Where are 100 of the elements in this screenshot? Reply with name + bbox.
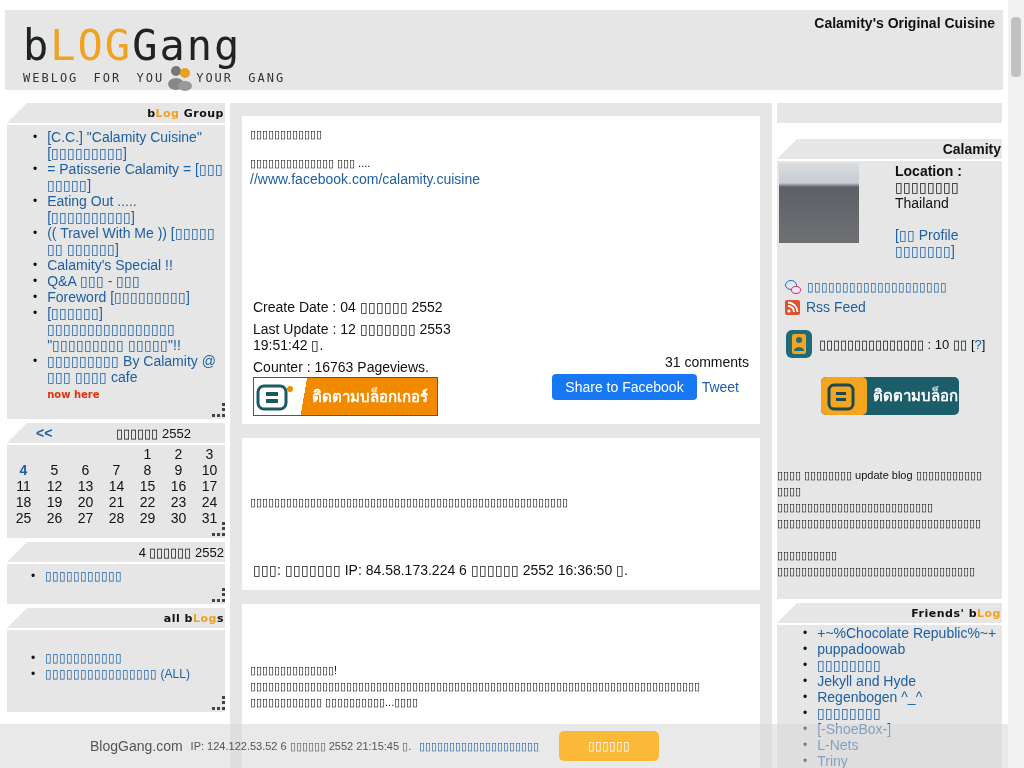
comment-meta: IP: 124.122.53.52 6 ▯▯▯▯▯▯ 2552 21:15:45 ▯. <box>190 739 412 753</box>
comment-text: ▯▯▯▯▯▯▯▯▯▯▯▯▯▯▯▯▯▯▯▯▯▯▯▯▯▯▯▯▯▯▯▯▯▯▯▯▯▯▯▯▯▯▯▯▯▯▯▯▯▯▯▯▯ <box>250 495 569 510</box>
section-title: 4 ▯▯▯▯▯▯ 2552 <box>138 544 225 560</box>
bullet: • <box>33 129 38 146</box>
entry-link[interactable]: ▯▯▯▯▯▯▯▯▯▯▯ <box>45 568 225 584</box>
blog-group-link[interactable]: Calamity's Special !! <box>47 257 225 273</box>
blog-logo-icon <box>820 377 867 415</box>
calendar-day: 8 <box>132 462 163 478</box>
resize-grip-icon <box>211 522 225 536</box>
resize-grip-icon <box>211 403 225 417</box>
calendar-day-link[interactable]: 4 <box>8 462 39 478</box>
month-title: ▯▯▯▯▯▯ 2552 <box>115 425 191 441</box>
bullet: • <box>803 641 808 657</box>
site-logo[interactable]: bLOGGang <box>23 22 242 70</box>
friend-blog-link[interactable]: ▯▯▯▯▯▯▯▯ <box>817 657 1002 673</box>
calendar-day: 3 <box>194 446 225 462</box>
rss-icon <box>785 299 800 315</box>
guestbook-link[interactable]: ▯▯▯▯▯▯▯▯▯▯▯▯▯▯▯▯▯▯▯▯ <box>807 280 947 294</box>
bracket: [ <box>970 336 975 352</box>
calendar-day: 30 <box>163 510 194 526</box>
resize-grip-icon <box>211 588 225 602</box>
bullet: • <box>803 721 808 737</box>
friend-blog-link[interactable]: Jekyll and Hyde <box>817 673 1002 689</box>
bullet: • <box>33 273 38 289</box>
calendar-day: 2 <box>163 446 194 462</box>
friend-blog-link[interactable]: puppadoowab <box>817 641 1002 657</box>
calendar-day: 12 <box>39 478 70 494</box>
about-text: ▯▯▯▯ ▯▯▯▯▯▯▯▯ update blog ▯▯▯▯▯▯▯▯▯▯▯ ▯▯▯▯ ▯▯▯▯▯▯▯▯▯▯▯▯▯▯▯▯▯▯▯▯▯▯▯▯▯▯ ▯▯▯▯▯▯▯▯▯▯▯▯▯▯▯▯▯▯▯▯▯▯▯▯▯▯▯▯▯▯▯▯▯▯ <box>777 468 983 531</box>
comment-count: 31 comments <box>664 354 749 370</box>
tagline: WEBLOG FOR YOU <box>23 71 165 85</box>
category-link[interactable]: ▯▯▯▯▯▯▯▯▯▯▯▯▯▯▯▯ (ALL) <box>45 666 225 682</box>
bullet: • <box>803 673 808 689</box>
calendar-day: 22 <box>132 494 163 510</box>
bullet: • <box>33 353 38 370</box>
comment-meta: ▯▯▯: ▯▯▯▯▯▯▯ IP: 84.58.173.224 6 ▯▯▯▯▯▯ 2552 16:36:50 ▯. <box>252 562 629 578</box>
calendar-day: 19 <box>39 494 70 510</box>
blog-group-link[interactable]: Q&A ▯▯▯ - ▯▯▯ <box>47 273 225 289</box>
calendar-day: 28 <box>101 510 132 526</box>
friend-blog-link[interactable]: ▯▯▯▯▯▯▯▯ <box>817 705 1002 721</box>
site-name: BlogGang.com <box>90 738 183 754</box>
calendar-day: 25 <box>8 510 39 526</box>
section-title: all bLogs <box>163 611 225 625</box>
bullet: • <box>803 737 808 753</box>
bullet: • <box>33 305 38 322</box>
calendar-day: 5 <box>39 462 70 478</box>
blog-title: Calamity's Original Cuisine <box>814 14 996 31</box>
calendar-day: 13 <box>70 478 101 494</box>
bullet: • <box>33 225 38 242</box>
calendar-day: 21 <box>101 494 132 510</box>
bullet: • <box>803 705 808 721</box>
entry-title: ▯▯▯▯▯▯▯▯▯▯▯▯ <box>250 128 323 141</box>
blog-group-link[interactable]: Foreword [▯▯▯▯▯▯▯▯▯] <box>47 289 225 305</box>
facebook-link[interactable]: //www.facebook.com/calamity.cuisine <box>250 171 481 187</box>
calendar-day: 11 <box>8 478 39 494</box>
comment-text: ▯▯▯▯▯▯▯▯▯▯▯▯▯▯! ▯▯▯▯▯▯▯▯▯▯▯▯▯▯▯▯▯▯▯▯▯▯▯▯▯▯▯▯▯▯▯▯▯▯▯▯▯▯▯▯▯▯▯▯▯▯▯▯▯▯▯▯▯▯▯▯▯▯▯▯▯▯▯▯▯▯▯▯▯▯▯▯▯▯▯ ▯▯▯▯▯▯▯▯▯▯▯▯ ▯▯▯▯▯▯▯▯▯▯...▯▯▯▯ <box>250 663 701 710</box>
bracket: ] <box>981 336 986 352</box>
follower-count: ▯▯▯▯▯▯▯▯▯▯▯▯▯▯▯ : 10 ▯▯ <box>819 336 967 352</box>
tweet-link[interactable]: Tweet <box>701 379 739 395</box>
profile-link[interactable]: [▯▯ Profile ▯▯▯▯▯▯▯] <box>895 227 1002 259</box>
blog-group-link[interactable]: Eating Out ..... [▯▯▯▯▯▯▯▯▯▯] <box>47 193 225 225</box>
blog-group-link[interactable]: [▯▯▯▯▯▯] ▯▯▯▯▯▯▯▯▯▯▯▯▯▯▯▯ "▯▯▯▯▯▯▯▯▯ ▯▯▯▯▯"!! <box>47 305 225 353</box>
reader-badge-icon <box>785 329 813 359</box>
section-title: Friends' bLog <box>911 606 1002 620</box>
calendar-day: 27 <box>70 510 101 526</box>
calendar-day: 1 <box>132 446 163 462</box>
rss-feed-link[interactable]: Rss Feed <box>806 299 866 315</box>
bullet: • <box>31 650 36 666</box>
share-button[interactable]: Share to Facebook <box>552 374 697 400</box>
location-value: ▯▯▯▯▯▯▯▯ Thailand <box>895 179 960 211</box>
bullet: • <box>33 161 38 178</box>
scrollbar[interactable] <box>1008 0 1024 768</box>
friend-blog-link[interactable]: Regenbogen ^_^ <box>817 689 1002 705</box>
profile-name: Calamity <box>942 141 1002 157</box>
bullet: • <box>803 689 808 705</box>
friend-blog-link[interactable]: +~%Chocolate Republic%~+ <box>817 625 1002 641</box>
calendar-day: 26 <box>39 510 70 526</box>
about-text: ▯▯▯▯▯▯▯▯▯▯ ▯▯▯▯▯▯▯▯▯▯▯▯▯▯▯▯▯▯▯▯▯▯▯▯▯▯▯▯▯▯▯▯▯ <box>777 548 976 579</box>
previous-month-link[interactable]: << <box>36 425 53 441</box>
blog-group-link[interactable]: (( Travel With Me )) [▯▯▯▯▯ ▯▯ ▯▯▯▯▯▯] <box>47 225 225 257</box>
last-update: Last Update : 12 ▯▯▯▯▯▯▯ 2553 19:51:42 ▯. <box>253 321 452 353</box>
calendar-day: 18 <box>8 494 39 510</box>
blog-group-link[interactable]: [C.C.] "Calamity Cuisine" [▯▯▯▯▯▯▯▯▯] <box>47 129 225 161</box>
calendar-day: 14 <box>101 478 132 494</box>
blog-group-link[interactable]: = Patisserie Calamity = [▯▯▯ ▯▯▯▯▯] <box>47 161 225 193</box>
bullet: • <box>803 657 808 673</box>
blog-group-link[interactable]: ▯▯▯▯▯▯▯▯▯ By Calamity @ ▯▯▯ ▯▯▯▯ cafe <box>47 353 225 385</box>
calendar-day: 23 <box>163 494 194 510</box>
calendar-day: 15 <box>132 478 163 494</box>
category-link[interactable]: ▯▯▯▯▯▯▯▯▯▯▯ <box>45 650 225 666</box>
page-counter: Counter : 16763 Pageviews. <box>253 359 430 375</box>
policy-link[interactable]: ▯▯▯▯▯▯▯▯▯▯▯▯▯▯▯▯▯▯▯▯ <box>419 739 540 753</box>
calendar-day: 9 <box>163 462 194 478</box>
calendar-day: 24 <box>194 494 225 510</box>
now-here-label: now here <box>47 389 100 401</box>
calendar-day: 16 <box>163 478 194 494</box>
bullet: • <box>33 289 38 305</box>
bullet: • <box>803 625 808 641</box>
follow-blog-button[interactable]: ติดตามบล็อก <box>820 377 959 415</box>
bullet: • <box>33 257 38 273</box>
bullet: • <box>31 666 36 682</box>
